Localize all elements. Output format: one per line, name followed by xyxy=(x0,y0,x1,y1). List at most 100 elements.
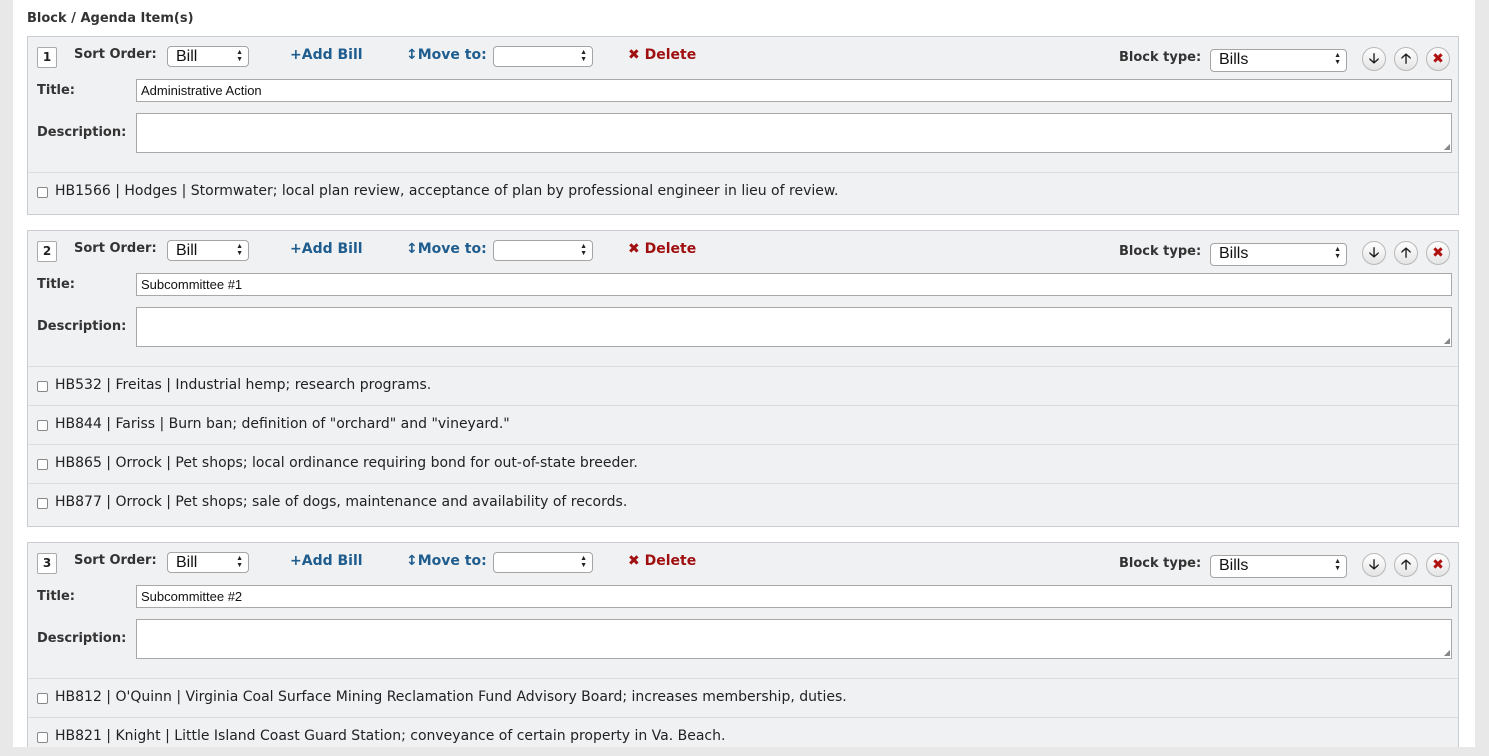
sort-order-label: Sort Order: xyxy=(74,553,157,568)
add-bill-button[interactable]: +Add Bill xyxy=(290,241,363,257)
block-number: 3 xyxy=(37,553,57,574)
title-label: Title: xyxy=(37,589,76,604)
move-down-button[interactable]: 🡣 xyxy=(1362,241,1386,265)
close-circle-icon: ✖ xyxy=(1432,245,1444,261)
close-circle-icon: ✖ xyxy=(1432,557,1444,573)
x-icon: ✖ xyxy=(628,553,640,569)
move-down-button[interactable]: 🡣 xyxy=(1362,47,1386,71)
description-row: Description: ◢ xyxy=(28,619,1458,679)
sort-order-label: Sort Order: xyxy=(74,47,157,62)
description-label: Description: xyxy=(37,631,127,646)
page: Block / Agenda Item(s) 1 Sort Order: Bil… xyxy=(13,0,1475,747)
add-bill-label: Add Bill xyxy=(301,241,363,257)
sort-order-value: Bill xyxy=(176,48,198,65)
select-arrows-icon: ▲ ▼ xyxy=(1334,246,1341,260)
delete-label: Delete xyxy=(644,241,697,257)
resize-grip-icon[interactable]: ◢ xyxy=(1444,337,1450,345)
description-row: Description: ◢ xyxy=(28,113,1458,173)
close-circle-icon: ✖ xyxy=(1432,51,1444,67)
delete-button[interactable]: ✖ Delete xyxy=(628,553,696,569)
move-to-select[interactable]: ▲ ▼ xyxy=(493,46,593,67)
move-to-label: ↕Move to: xyxy=(406,47,487,63)
bill-checkbox[interactable] xyxy=(37,381,48,392)
add-bill-label: Add Bill xyxy=(301,553,363,569)
move-to-select[interactable]: ▲ ▼ xyxy=(493,240,593,261)
move-up-button[interactable]: 🡡 xyxy=(1394,241,1418,265)
resize-grip-icon[interactable]: ◢ xyxy=(1444,649,1450,657)
delete-label: Delete xyxy=(644,553,697,569)
move-to-label: ↕Move to: xyxy=(406,241,487,257)
bill-checkbox[interactable] xyxy=(37,187,48,198)
agenda-block: 2 Sort Order: Bill ▲ ▼ +Add Bill ↕Move to… xyxy=(27,230,1459,527)
select-arrows-icon: ▲ ▼ xyxy=(580,555,587,569)
vertical-arrows-icon: ↕ xyxy=(406,553,418,569)
description-row: Description: ◢ xyxy=(28,307,1458,367)
x-icon: ✖ xyxy=(628,47,640,63)
arrow-up-icon: 🡡 xyxy=(1400,51,1412,67)
add-bill-button[interactable]: +Add Bill xyxy=(290,47,363,63)
move-down-button[interactable]: 🡣 xyxy=(1362,553,1386,577)
resize-grip-icon[interactable]: ◢ xyxy=(1444,143,1450,151)
bill-item: HB877 | Orrock | Pet shops; sale of dogs… xyxy=(28,484,1458,522)
title-input[interactable]: Subcommittee #1 xyxy=(136,273,1452,296)
arrow-up-icon: 🡡 xyxy=(1400,245,1412,261)
move-to-select[interactable]: ▲ ▼ xyxy=(493,552,593,573)
block-number: 1 xyxy=(37,47,57,68)
plus-icon: + xyxy=(290,553,302,569)
description-label: Description: xyxy=(37,125,127,140)
block-type-value: Bills xyxy=(1219,557,1249,574)
delete-label: Delete xyxy=(644,47,697,63)
block-type-label: Block type: xyxy=(1119,556,1202,571)
title-row: Title: Administrative Action xyxy=(28,79,1458,113)
bill-item: HB821 | Knight | Little Island Coast Gua… xyxy=(28,718,1458,756)
block-type-select[interactable]: Bills ▲ ▼ xyxy=(1210,555,1347,578)
sort-order-label: Sort Order: xyxy=(74,241,157,256)
title-row: Title: Subcommittee #1 xyxy=(28,273,1458,307)
title-input[interactable]: Subcommittee #2 xyxy=(136,585,1452,608)
delete-button[interactable]: ✖ Delete xyxy=(628,47,696,63)
block-type-value: Bills xyxy=(1219,51,1249,68)
sort-order-select[interactable]: Bill ▲ ▼ xyxy=(167,46,249,67)
add-bill-button[interactable]: +Add Bill xyxy=(290,553,363,569)
vertical-arrows-icon: ↕ xyxy=(406,47,418,63)
sort-order-select[interactable]: Bill ▲ ▼ xyxy=(167,552,249,573)
bill-item-text: HB1566 | Hodges | Stormwater; local plan… xyxy=(55,183,839,199)
block-type-select[interactable]: Bills ▲ ▼ xyxy=(1210,243,1347,266)
title-input[interactable]: Administrative Action xyxy=(136,79,1452,102)
sort-order-select[interactable]: Bill ▲ ▼ xyxy=(167,240,249,261)
bill-checkbox[interactable] xyxy=(37,420,48,431)
block-toolbar: 1 Sort Order: Bill ▲ ▼ +Add Bill ↕Move to… xyxy=(28,37,1458,79)
select-arrows-icon: ▲ ▼ xyxy=(580,243,587,257)
title-label: Title: xyxy=(37,277,76,292)
plus-icon: + xyxy=(290,47,302,63)
description-textarea[interactable]: ◢ xyxy=(136,113,1452,153)
bill-checkbox[interactable] xyxy=(37,693,48,704)
block-type-label: Block type: xyxy=(1119,244,1202,259)
move-up-button[interactable]: 🡡 xyxy=(1394,553,1418,577)
remove-block-button[interactable]: ✖ xyxy=(1426,553,1450,577)
description-label: Description: xyxy=(37,319,127,334)
description-textarea[interactable]: ◢ xyxy=(136,307,1452,347)
bill-item-text: HB812 | O'Quinn | Virginia Coal Surface … xyxy=(55,689,847,705)
remove-block-button[interactable]: ✖ xyxy=(1426,241,1450,265)
select-arrows-icon: ▲ ▼ xyxy=(236,243,243,257)
add-bill-label: Add Bill xyxy=(301,47,363,63)
select-arrows-icon: ▲ ▼ xyxy=(236,555,243,569)
block-type-select[interactable]: Bills ▲ ▼ xyxy=(1210,49,1347,72)
remove-block-button[interactable]: ✖ xyxy=(1426,47,1450,71)
bill-checkbox[interactable] xyxy=(37,459,48,470)
description-textarea[interactable]: ◢ xyxy=(136,619,1452,659)
arrow-down-icon: 🡣 xyxy=(1368,557,1380,573)
delete-button[interactable]: ✖ Delete xyxy=(628,241,696,257)
sort-order-value: Bill xyxy=(176,554,198,571)
bill-item-text: HB532 | Freitas | Industrial hemp; resea… xyxy=(55,377,432,393)
section-title: Block / Agenda Item(s) xyxy=(27,11,194,26)
bill-checkbox[interactable] xyxy=(37,498,48,509)
select-arrows-icon: ▲ ▼ xyxy=(236,49,243,63)
title-label: Title: xyxy=(37,83,76,98)
bill-item-text: HB877 | Orrock | Pet shops; sale of dogs… xyxy=(55,494,628,510)
select-arrows-icon: ▲ ▼ xyxy=(1334,558,1341,572)
bill-checkbox[interactable] xyxy=(37,732,48,743)
bill-item-text: HB865 | Orrock | Pet shops; local ordina… xyxy=(55,455,638,471)
move-up-button[interactable]: 🡡 xyxy=(1394,47,1418,71)
